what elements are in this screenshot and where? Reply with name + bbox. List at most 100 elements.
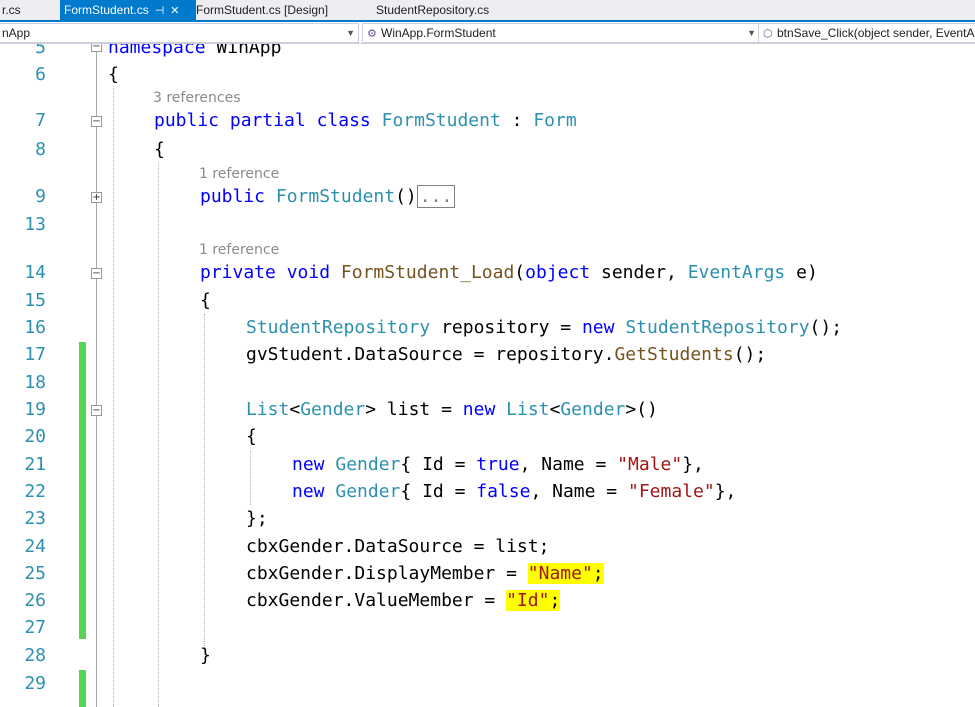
- code-token: partial: [229, 110, 306, 131]
- member-label: btnSave_Click(object sender, EventAr: [777, 26, 975, 40]
- code-line-19: List<Gender> list = new List<Gender>(): [246, 396, 658, 423]
- code-token: (: [514, 262, 526, 283]
- collapse-icon[interactable]: −: [91, 405, 102, 416]
- code-token: <: [289, 399, 301, 420]
- line-number: 20: [24, 426, 46, 447]
- tab-studentrepository-cs[interactable]: StudentRepository.cs: [376, 0, 516, 20]
- code-token: cbxGender.ValueMember =: [246, 590, 507, 611]
- code-line-21: new Gender{ Id = true, Name = "Male"},: [292, 451, 704, 478]
- code-token: private: [200, 262, 276, 283]
- indent-guide: [204, 314, 205, 652]
- close-icon[interactable]: ✕: [170, 1, 179, 21]
- line-number: 27: [24, 617, 46, 638]
- code-token: Gender: [335, 454, 401, 475]
- code-token: new: [292, 454, 325, 475]
- code-token: >: [365, 399, 377, 420]
- collapse-icon[interactable]: −: [91, 268, 102, 279]
- highlighted-text: "Id";: [506, 590, 561, 611]
- code-token: cbxGender.DataSource = list;: [246, 536, 550, 557]
- code-token: , Name =: [519, 454, 618, 475]
- tab-r-cs[interactable]: r.cs: [0, 0, 58, 20]
- project-label: nApp: [2, 26, 31, 40]
- code-token: "Id": [506, 590, 550, 611]
- codelens-references[interactable]: 1 reference: [199, 164, 279, 184]
- code-line-25: cbxGender.DisplayMember = "Name";: [246, 560, 604, 587]
- code-token: repository =: [430, 317, 582, 338]
- code-token: ;: [549, 590, 561, 611]
- code-token: {: [108, 64, 119, 85]
- line-number: 7: [35, 110, 46, 131]
- line-number: 17: [24, 344, 46, 365]
- expand-icon[interactable]: +: [91, 192, 102, 203]
- document-tab-strip: r.cs FormStudent.cs ⊣ ✕ FormStudent.cs [De…: [0, 0, 975, 22]
- code-token: ;: [592, 563, 604, 584]
- line-number: 15: [24, 290, 46, 311]
- code-token: class: [316, 110, 371, 131]
- collapse-icon[interactable]: −: [91, 116, 102, 127]
- tab-label: StudentRepository.cs: [376, 3, 490, 17]
- pin-icon[interactable]: ⊣: [155, 1, 165, 21]
- member-dropdown[interactable]: ⬡ btnSave_Click(object sender, EventAr: [758, 23, 975, 43]
- tab-formstudent-cs[interactable]: FormStudent.cs ⊣ ✕: [60, 0, 196, 20]
- code-line-5: namespace WinApp: [108, 44, 281, 61]
- code-token: List: [506, 399, 550, 420]
- code-token: StudentRepository: [625, 317, 810, 338]
- code-token: true: [476, 454, 520, 475]
- code-line-20: {: [246, 423, 257, 450]
- code-token: "Male": [617, 454, 683, 475]
- line-number: 13: [24, 214, 46, 235]
- code-line-7: public partial class FormStudent : Form: [154, 107, 577, 134]
- code-token: , Name =: [530, 481, 628, 502]
- code-token: <: [549, 399, 561, 420]
- code-token: "Female": [627, 481, 715, 502]
- code-token: public: [200, 186, 266, 207]
- code-editor[interactable]: 5 6 7 8 9 13 14 15 16 17 18 19 20 21 22 …: [0, 44, 975, 707]
- code-token: FormStudent: [381, 110, 501, 131]
- code-token: Gender: [300, 399, 366, 420]
- indent-guide: [113, 86, 114, 707]
- code-token: },: [682, 454, 704, 475]
- codelens-references[interactable]: 3 references: [153, 88, 241, 108]
- line-number: 25: [24, 563, 46, 584]
- code-token: Form: [533, 110, 577, 131]
- chevron-down-icon: ▼: [747, 28, 756, 38]
- code-line-22: new Gender{ Id = false, Name = "Female"}…: [292, 478, 736, 505]
- code-line-24: cbxGender.DataSource = list;: [246, 533, 549, 560]
- line-number: 16: [24, 317, 46, 338]
- code-token: { Id =: [400, 454, 477, 475]
- code-token: (): [636, 399, 658, 420]
- code-token: >: [625, 399, 637, 420]
- line-number: 21: [24, 454, 46, 475]
- code-token: "Name": [527, 563, 593, 584]
- indent-guide: [158, 162, 159, 707]
- class-dropdown[interactable]: ⚙ WinApp.FormStudent ▼: [362, 23, 760, 43]
- code-token: namespace: [108, 44, 206, 58]
- code-line-15: {: [200, 287, 211, 314]
- line-number: 18: [24, 372, 46, 393]
- code-token: StudentRepository: [246, 317, 431, 338]
- tab-label: r.cs: [2, 3, 21, 17]
- line-number: 9: [35, 186, 46, 207]
- code-token: object: [525, 262, 591, 283]
- code-line-26: cbxGender.ValueMember = "Id";: [246, 587, 561, 614]
- project-dropdown[interactable]: nApp ▼: [0, 23, 359, 43]
- outline-line: [96, 44, 97, 707]
- change-marker: [79, 342, 86, 639]
- code-token: e): [785, 262, 818, 283]
- tab-label: FormStudent.cs: [64, 3, 149, 17]
- tab-formstudent-design[interactable]: FormStudent.cs [Design]: [196, 0, 366, 20]
- code-line-14: private void FormStudent_Load(object sen…: [200, 259, 818, 286]
- collapsed-region-button[interactable]: ...: [416, 185, 456, 208]
- code-line-6: {: [108, 61, 119, 88]
- line-number: 14: [24, 262, 46, 283]
- navigation-bar: nApp ▼ ⚙ WinApp.FormStudent ▼ ⬡ btnSave_Cl…: [0, 22, 975, 44]
- code-token: WinApp: [216, 44, 282, 58]
- line-number: 28: [24, 645, 46, 666]
- code-token: },: [714, 481, 737, 502]
- code-token: list =: [376, 399, 463, 420]
- collapse-icon[interactable]: −: [91, 44, 102, 52]
- codelens-references[interactable]: 1 reference: [199, 240, 279, 260]
